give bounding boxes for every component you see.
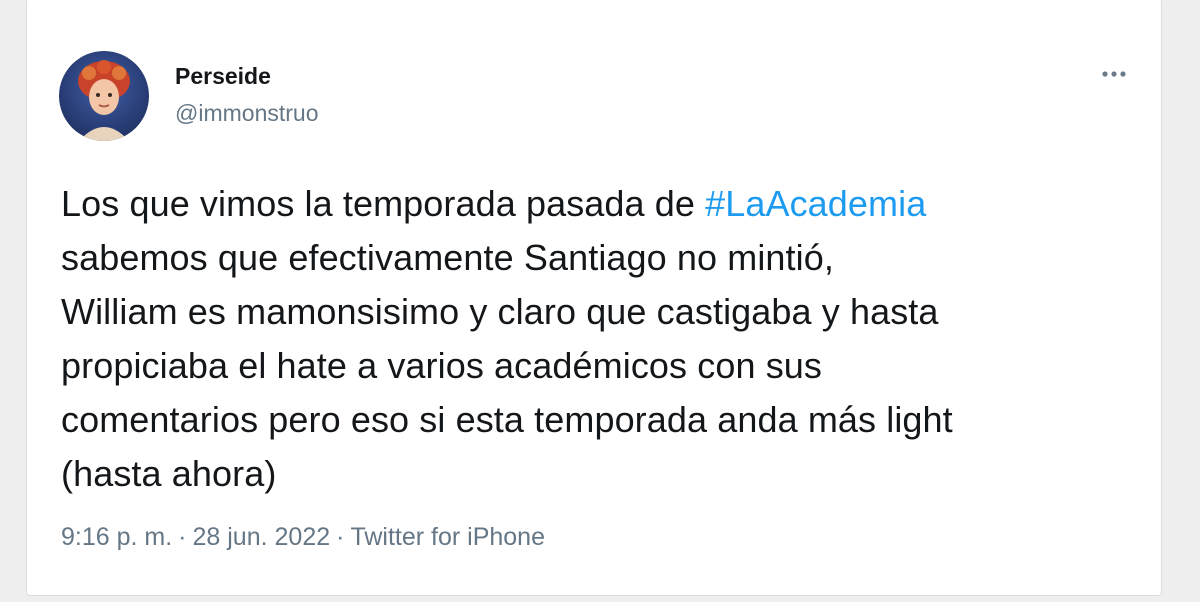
tweet-text: Los que vimos la temporada pasada de #La…	[61, 177, 1151, 501]
hashtag-link[interactable]: #LaAcademia	[705, 183, 926, 224]
tweet-metadata: 9:16 p. m. · 28 jun. 2022 · Twitter for iPho…	[61, 523, 545, 552]
tweet-text-line: William es mamonsisimo y claro que casti…	[61, 291, 939, 332]
tweet-text-line: (hasta ahora)	[61, 453, 277, 494]
author-name[interactable]: Perseide	[175, 63, 271, 90]
tweet-text-segment: Los que vimos la temporada pasada de	[61, 183, 706, 224]
avatar-image	[59, 51, 149, 141]
tweet-card: Perseide @immonstruo Los que vimos la te…	[26, 0, 1162, 596]
tweet-date[interactable]: 28 jun. 2022	[193, 523, 331, 551]
tweet-text-line: propiciaba el hate a varios académicos c…	[61, 345, 823, 386]
tweet-time[interactable]: 9:16 p. m.	[61, 523, 172, 551]
tweet-text-line: sabemos que efectivamente Santiago no mi…	[61, 237, 834, 278]
tweet-text-line: comentarios pero eso si esta temporada a…	[61, 399, 953, 440]
avatar[interactable]	[59, 51, 149, 141]
more-options-button[interactable]	[1097, 61, 1131, 87]
tweet-text-line: Los que vimos la temporada pasada de #La…	[61, 177, 1151, 231]
separator: ·	[178, 523, 187, 551]
tweet-source[interactable]: Twitter for iPhone	[350, 523, 545, 551]
more-horizontal-icon	[1102, 71, 1126, 77]
separator: ·	[336, 523, 345, 551]
author-handle[interactable]: @immonstruo	[175, 100, 319, 127]
